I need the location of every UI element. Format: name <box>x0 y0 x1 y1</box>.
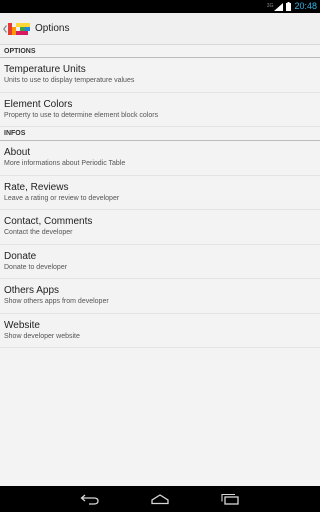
home-button[interactable] <box>125 486 195 512</box>
pref-summary: Property to use to determine element blo… <box>4 111 159 119</box>
pref-summary: Donate to developer <box>4 263 68 271</box>
signal-icon <box>274 2 284 11</box>
pref-about[interactable]: About More informations about Periodic T… <box>0 141 320 176</box>
home-icon <box>151 494 169 505</box>
network-type-label: 3G <box>266 2 274 9</box>
periodic-table-logo-icon[interactable] <box>8 21 30 37</box>
pref-summary: Contact the developer <box>4 229 73 237</box>
pref-title: About <box>4 147 31 159</box>
pref-rate-reviews[interactable]: Rate, Reviews Leave a rating or review t… <box>0 176 320 210</box>
status-bar: 3G 20:48 <box>0 0 320 13</box>
pref-others-apps[interactable]: Others Apps Show others apps from develo… <box>0 279 320 314</box>
pref-title: Others Apps <box>4 285 60 297</box>
navigation-bar <box>0 486 320 512</box>
pref-website[interactable]: Website Show developer website <box>0 314 320 348</box>
recent-apps-icon <box>221 493 239 505</box>
pref-title: Rate, Reviews <box>4 181 69 193</box>
section-header-options: OPTIONS <box>0 45 320 58</box>
pref-title: Contact, Comments <box>4 216 93 228</box>
pref-element-colors[interactable]: Element Colors Property to use to determ… <box>0 93 320 127</box>
pref-title: Temperature Units <box>4 64 86 76</box>
pref-donate[interactable]: Donate Donate to developer <box>0 245 320 279</box>
signal-status: 3G <box>266 2 284 11</box>
back-icon <box>80 494 99 505</box>
clock: 20:48 <box>294 1 317 11</box>
pref-summary: Show others apps from developer <box>4 298 109 306</box>
pref-title: Website <box>4 319 40 331</box>
action-bar: Options <box>0 13 320 45</box>
pref-title: Donate <box>4 250 37 262</box>
back-button[interactable] <box>55 486 125 512</box>
up-caret-icon <box>3 24 7 33</box>
pref-contact-comments[interactable]: Contact, Comments Contact the developer <box>0 210 320 245</box>
pref-summary: Show developer website <box>4 332 80 340</box>
page-title: Options <box>35 23 70 34</box>
pref-summary: More informations about Periodic Table <box>4 160 126 168</box>
section-header-infos: INFOS <box>0 127 320 141</box>
pref-summary: Units to use to display temperature valu… <box>4 77 135 85</box>
pref-temperature-units[interactable]: Temperature Units Units to use to displa… <box>0 58 320 93</box>
pref-title: Element Colors <box>4 98 73 110</box>
up-button[interactable] <box>0 13 7 45</box>
recent-apps-button[interactable] <box>195 486 265 512</box>
pref-summary: Leave a rating or review to developer <box>4 194 120 202</box>
battery-icon <box>286 2 292 11</box>
preferences-list: OPTIONS Temperature Units Units to use t… <box>0 45 320 348</box>
